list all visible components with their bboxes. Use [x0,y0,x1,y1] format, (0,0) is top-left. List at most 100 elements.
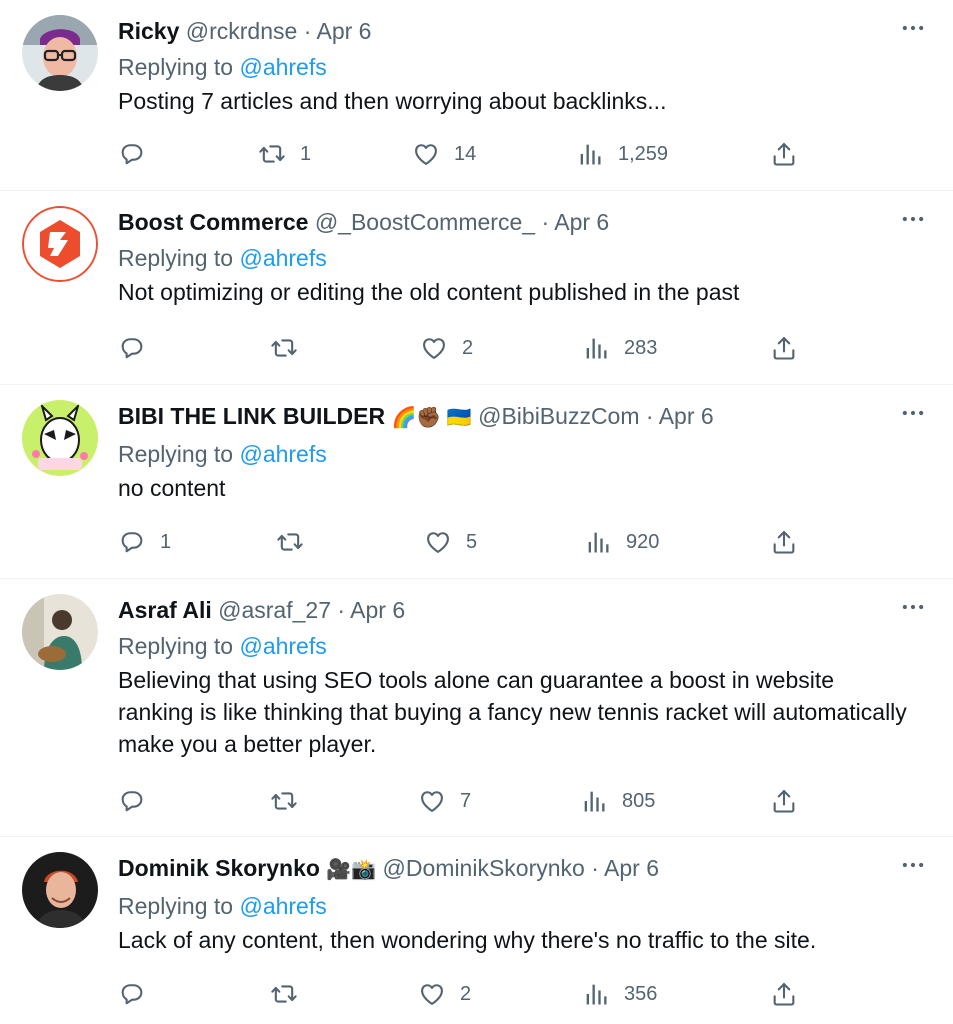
mention-link[interactable]: @ahrefs [239,893,326,919]
mention-link[interactable]: @ahrefs [239,54,326,80]
tweet-header: Dominik Skorynko 🎥📸 @DominikSkorynko · A… [118,851,913,887]
reply-button[interactable] [118,332,160,364]
tweet-date[interactable]: Apr 6 [554,209,609,235]
like-count: 5 [466,530,478,553]
tweet-reply[interactable]: Ricky @rckrdnse · Apr 6 Replying to @ahr… [0,0,953,191]
user-handle[interactable]: @_BoostCommerce_ [315,209,535,235]
avatar[interactable] [22,15,98,91]
retweet-button[interactable]: 1 [258,138,311,170]
views-bar-chart-icon [582,334,610,362]
views-button[interactable]: 356 [582,978,657,1010]
replying-to-label: Replying to [118,54,234,80]
avatar[interactable] [22,206,98,282]
avatar[interactable] [22,594,98,670]
replying-to-line: Replying to @ahrefs [118,50,913,84]
share-button[interactable] [770,526,798,558]
retweet-button[interactable] [270,978,312,1010]
retweet-button[interactable] [270,332,312,364]
views-button[interactable]: 1,259 [576,138,668,170]
tweet-date[interactable]: Apr 6 [317,18,372,44]
user-handle[interactable]: @BibiBuzzCom [478,403,639,429]
replying-to-label: Replying to [118,441,234,467]
tweet-reply[interactable]: Asraf Ali @asraf_27 · Apr 6 Replying to … [0,579,953,837]
more-horizontal-icon [899,205,927,233]
reply-button[interactable] [118,138,160,170]
retweet-button[interactable] [276,526,318,558]
tweet-text: Lack of any content, then wondering why … [118,927,817,953]
like-button[interactable]: 14 [412,138,476,170]
reply-button[interactable]: 1 [118,526,171,558]
reply-feed: Ricky @rckrdnse · Apr 6 Replying to @ahr… [0,0,953,1024]
tweet-reply[interactable]: Boost Commerce @_BoostCommerce_ · Apr 6 … [0,191,953,385]
views-button[interactable]: 283 [582,332,657,364]
share-button[interactable] [770,332,798,364]
like-count: 14 [454,142,477,165]
mention-link[interactable]: @ahrefs [239,245,326,271]
share-button[interactable] [770,785,798,817]
share-upload-icon [770,787,798,815]
tweet-date[interactable]: Apr 6 [659,403,714,429]
separator-dot: · [645,403,654,429]
replying-to-label: Replying to [118,633,234,659]
tweet-text: Believing that using SEO tools alone can… [118,667,907,757]
share-upload-icon [770,980,798,1008]
action-bar: 1 5 920 [118,526,953,558]
mention-link[interactable]: @ahrefs [239,441,326,467]
name-emojis: 🌈✊🏾 🇺🇦 [391,407,472,429]
action-bar: 2 283 [118,332,953,364]
like-button[interactable]: 7 [418,785,471,817]
display-name[interactable]: BIBI THE LINK BUILDER [118,403,385,429]
more-options-button[interactable] [899,593,927,621]
mention-link[interactable]: @ahrefs [239,633,326,659]
user-handle[interactable]: @asraf_27 [218,597,331,623]
views-bar-chart-icon [580,787,608,815]
views-bar-chart-icon [584,528,612,556]
display-name[interactable]: Ricky [118,18,179,44]
avatar[interactable] [22,400,98,476]
more-horizontal-icon [899,14,927,42]
like-button[interactable]: 2 [420,332,473,364]
share-button[interactable] [770,138,798,170]
more-horizontal-icon [899,593,927,621]
retweet-icon [276,528,304,556]
display-name[interactable]: Boost Commerce [118,209,308,235]
tweet-reply[interactable]: Dominik Skorynko 🎥📸 @DominikSkorynko · A… [0,837,953,1024]
avatar[interactable] [22,852,98,928]
more-horizontal-icon [899,399,927,427]
more-options-button[interactable] [899,14,927,42]
retweet-button[interactable] [270,785,312,817]
reply-bubble-icon [118,140,146,168]
share-upload-icon [770,528,798,556]
reply-button[interactable] [118,785,160,817]
more-options-button[interactable] [899,851,927,879]
retweet-icon [270,334,298,362]
retweet-icon [258,140,286,168]
views-button[interactable]: 920 [584,526,659,558]
tweet-date[interactable]: Apr 6 [604,855,659,881]
retweet-icon [270,980,298,1008]
user-handle[interactable]: @DominikSkorynko [383,855,585,881]
like-button[interactable]: 2 [418,978,471,1010]
more-options-button[interactable] [899,205,927,233]
reply-button[interactable] [118,978,160,1010]
more-options-button[interactable] [899,399,927,427]
user-handle[interactable]: @rckrdnse [186,18,298,44]
replying-to-line: Replying to @ahrefs [118,437,913,471]
reply-count: 1 [160,530,172,553]
action-bar: 1 14 1,259 [118,138,953,170]
display-name[interactable]: Dominik Skorynko [118,855,320,881]
like-count: 7 [460,789,472,812]
tweet-header: Boost Commerce @_BoostCommerce_ · Apr 6 [118,205,913,239]
display-name[interactable]: Asraf Ali [118,597,212,623]
separator-dot: · [541,209,550,235]
replying-to-label: Replying to [118,245,234,271]
views-button[interactable]: 805 [580,785,655,817]
like-count: 2 [462,336,474,359]
tweet-text: Posting 7 articles and then worrying abo… [118,88,667,114]
like-button[interactable]: 5 [424,526,477,558]
share-button[interactable] [770,978,798,1010]
tweet-date[interactable]: Apr 6 [350,597,405,623]
heart-icon [418,787,446,815]
more-horizontal-icon [899,851,927,879]
tweet-reply[interactable]: BIBI THE LINK BUILDER 🌈✊🏾 🇺🇦 @BibiBuzzCo… [0,385,953,579]
